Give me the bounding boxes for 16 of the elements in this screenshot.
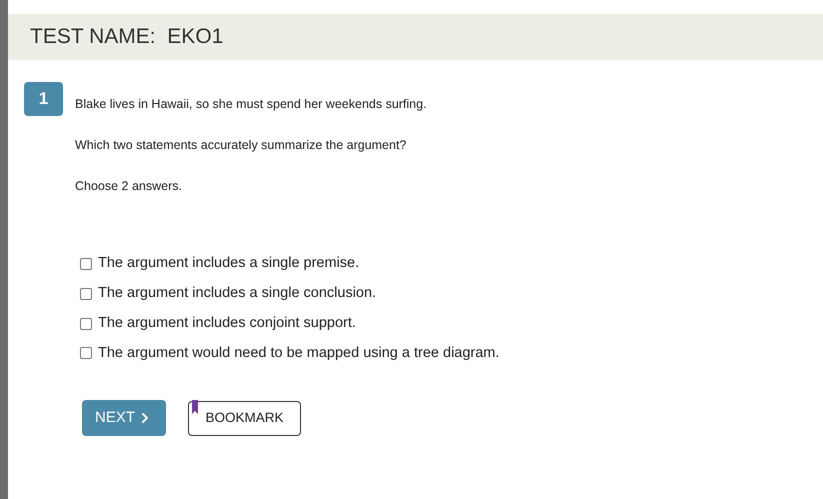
answer-instruction: Choose 2 answers. (75, 178, 184, 194)
question-prompt: Blake lives in Hawaii, so she must spend her weekends surfing. (75, 96, 427, 113)
test-name: TEST NAME: EKO1 (30, 24, 224, 50)
bookmark-icon (192, 400, 198, 414)
question-number: 1 (24, 82, 63, 116)
answer-option: The argument includes a single premise. (98, 253, 360, 275)
next-button[interactable]: NEXT (82, 400, 166, 436)
answer-option: The argument includes conjoint support. (98, 312, 356, 334)
answer-checkbox[interactable] (80, 258, 92, 270)
answer-option: The argument would need to be mapped using a tree diagram. (98, 342, 500, 364)
answer-option: The argument includes a single conclusion. (98, 283, 376, 305)
answer-checkbox[interactable] (80, 288, 92, 300)
question-text: Which two statements accurately summarize the argument? (75, 136, 408, 154)
answer-checkbox[interactable] (80, 347, 92, 360)
answer-checkbox[interactable] (80, 318, 92, 330)
bookmark-button[interactable]: BOOKMARK (188, 400, 301, 436)
